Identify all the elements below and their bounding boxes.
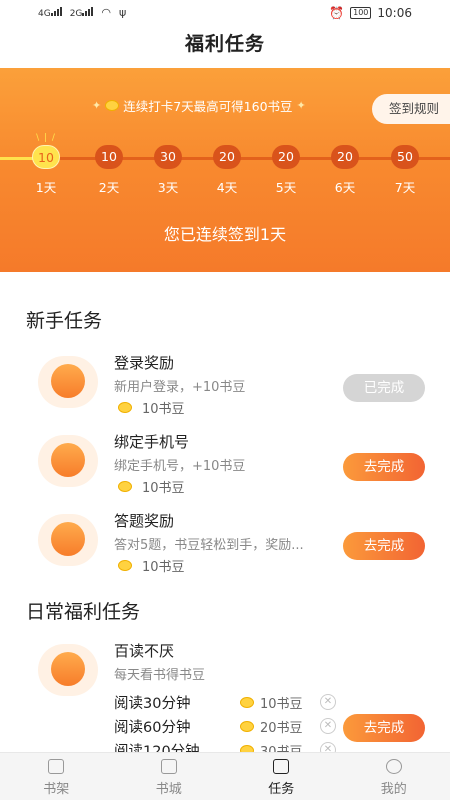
day-label: 1天 — [35, 180, 57, 195]
reading-reward: 20书豆 — [236, 717, 320, 736]
checkin-day-7: 50 7天 — [385, 145, 425, 196]
day-reward: 10 — [95, 145, 123, 169]
link-icon — [38, 435, 98, 487]
page-title: 福利任务 — [184, 33, 265, 55]
newbie-section-title: 新手任务 — [26, 310, 103, 332]
status-bar: 4G 2G ◠ ψ ⏰ 100 10:06 — [0, 0, 450, 28]
reading-goal: 阅读30分钟 — [114, 695, 191, 712]
checkin-banner: ✦ 连续打卡7天最高可得160书豆 ✦ 签到规则 \ | / 10 1天 10 … — [0, 68, 450, 272]
bottom-tab-bar: 书架 书城 任务 我的 — [0, 752, 450, 800]
task-title: 绑定手机号 — [114, 433, 190, 451]
list-item: 阅读30分钟 10书豆 ✕ — [114, 690, 344, 714]
coin-icon — [118, 402, 132, 413]
day-label: 2天 — [98, 180, 120, 195]
close-icon: ✕ — [320, 718, 336, 734]
tab-label: 我的 — [380, 782, 407, 797]
task-reward: 10书豆 — [114, 477, 185, 496]
tab-label: 书架 — [43, 782, 70, 797]
day-reward: 50 — [391, 145, 419, 169]
tab-label: 书城 — [155, 782, 182, 797]
day-label: 3天 — [157, 180, 179, 195]
tab-label: 任务 — [268, 782, 295, 797]
sparkle-icon: ✦ — [92, 99, 102, 112]
day-reward: 30 — [154, 145, 182, 169]
task-desc: 新用户登录，+10书豆 — [114, 380, 246, 395]
reading-goal: 阅读60分钟 — [114, 719, 191, 736]
user-icon — [38, 356, 98, 408]
signal-icon-2: 2G — [70, 6, 94, 19]
checkin-rules-button[interactable]: 签到规则 — [372, 94, 450, 124]
daily-reading-go-button[interactable]: 去完成 — [343, 714, 425, 742]
task-login: 登录奖励 新用户登录，+10书豆 10书豆 已完成 — [0, 346, 450, 422]
daily-section-title: 日常福利任务 — [26, 601, 141, 623]
close-icon: ✕ — [320, 694, 336, 710]
task-desc: 每天看书得书豆 — [114, 668, 206, 683]
usb-icon: ψ — [119, 6, 127, 19]
alarm-icon: ⏰ — [329, 6, 345, 20]
task-title: 登录奖励 — [114, 354, 175, 372]
profile-icon — [385, 759, 402, 774]
coin-icon — [240, 720, 254, 732]
day-label: 5天 — [275, 180, 297, 195]
checkin-day-4: 20 4天 — [207, 145, 247, 196]
day-label: 4天 — [216, 180, 238, 195]
task-reward: 10书豆 — [114, 556, 185, 575]
bookstore-icon — [160, 759, 177, 774]
tab-profile[interactable]: 我的 — [338, 753, 450, 800]
sparkle-icon: ✦ — [296, 99, 306, 112]
stopwatch-icon — [38, 644, 98, 696]
checkin-note-text: 连续打卡7天最高可得160书豆 — [123, 99, 293, 114]
coin-icon — [105, 100, 120, 111]
status-time: 10:06 — [377, 6, 412, 20]
coin-icon — [118, 560, 132, 571]
coin-icon — [240, 696, 254, 708]
bookshelf-icon — [48, 759, 65, 774]
day-label: 7天 — [394, 180, 416, 195]
reading-reward: 10书豆 — [236, 693, 320, 712]
day-reward: 20 — [213, 145, 241, 169]
checkin-note: ✦ 连续打卡7天最高可得160书豆 ✦ — [92, 96, 306, 115]
day-reward: 20 — [331, 145, 359, 169]
task-reward: 10书豆 — [114, 398, 185, 417]
checkin-day-2: 10 2天 — [89, 145, 129, 196]
tab-bookstore[interactable]: 书城 — [113, 753, 226, 800]
task-quiz: 答题奖励 答对5题，书豆轻松到手，奖励... 10书豆 去完成 — [0, 504, 450, 580]
tasks-icon — [273, 759, 290, 774]
task-desc: 答对5题，书豆轻松到手，奖励... — [114, 538, 304, 553]
task-title: 答题奖励 — [114, 512, 175, 530]
checkin-day-6: 20 6天 — [325, 145, 365, 196]
glow-icon: \ | / — [36, 133, 56, 143]
tab-tasks[interactable]: 任务 — [225, 753, 338, 800]
checkin-day-3: 30 3天 — [148, 145, 188, 196]
list-item: 阅读60分钟 20书豆 ✕ — [114, 714, 344, 738]
quiz-icon — [38, 514, 98, 566]
day-label: 6天 — [334, 180, 356, 195]
day-reward: 20 — [272, 145, 300, 169]
task-go-button[interactable]: 去完成 — [343, 453, 425, 481]
task-completed-button[interactable]: 已完成 — [343, 374, 425, 402]
task-desc: 绑定手机号，+10书豆 — [114, 459, 246, 474]
checkin-day-5: 20 5天 — [266, 145, 306, 196]
tab-bookshelf[interactable]: 书架 — [0, 753, 113, 800]
task-go-button[interactable]: 去完成 — [343, 532, 425, 560]
wifi-icon: ◠ — [101, 6, 112, 19]
task-title: 百读不厌 — [114, 642, 175, 660]
streak-text: 您已连续签到1天 — [163, 225, 287, 244]
checkin-day-1: \ | / 10 1天 — [26, 133, 66, 196]
coin-icon — [118, 481, 132, 492]
title-bar: 福利任务 — [0, 28, 450, 68]
day-reward: 10 — [32, 145, 60, 169]
task-bind-phone: 绑定手机号 绑定手机号，+10书豆 10书豆 去完成 — [0, 425, 450, 501]
battery-icon: 100 — [350, 7, 372, 19]
signal-icon: 4G — [38, 6, 62, 19]
